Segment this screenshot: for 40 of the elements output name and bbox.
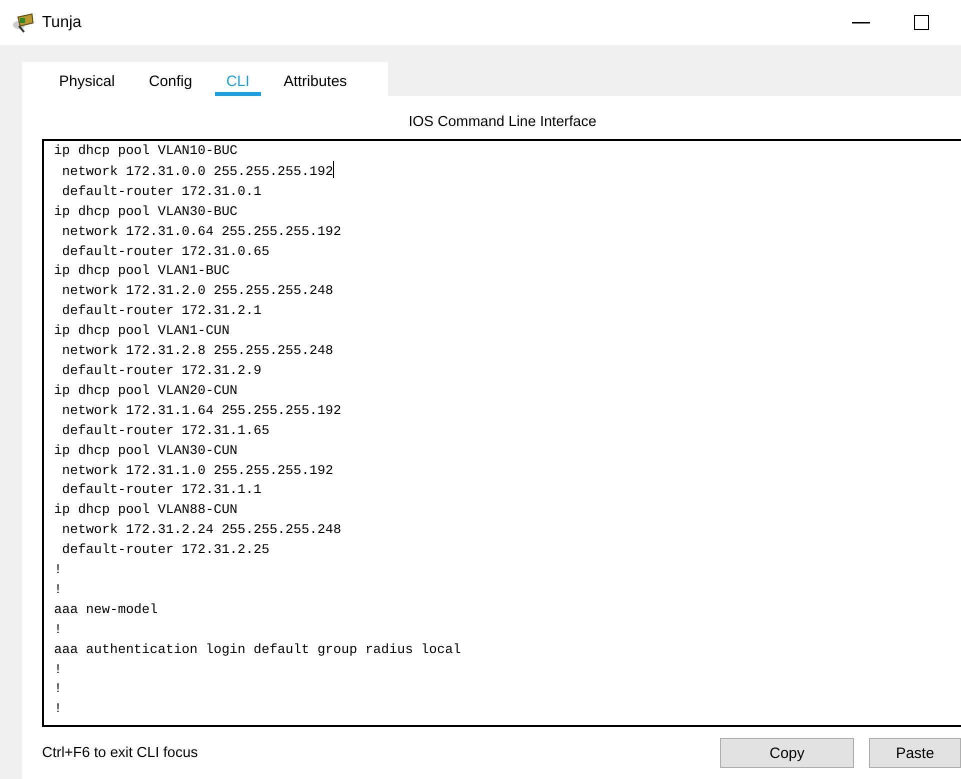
console-line: network 172.31.1.64 255.255.255.192 (60, 402, 342, 420)
action-button[interactable]: Copy (720, 738, 854, 768)
console-line: ip dhcp pool VLAN30-BUC (54, 202, 238, 221)
console-line: network 172.31.2.0 255.255.255.248 (60, 282, 334, 300)
console-line: ! (54, 561, 62, 580)
console-line: aaa new-model (54, 600, 158, 619)
console-line: default-router 172.31.1.1 (60, 481, 262, 500)
tab[interactable]: Physical (48, 62, 126, 96)
action-button[interactable]: Paste (869, 738, 961, 768)
console-line: ip dhcp pool VLAN1-BUC (54, 262, 230, 280)
tab[interactable]: Attributes (272, 62, 358, 96)
cli-console[interactable] (42, 139, 961, 727)
console-line: ip dhcp pool VLAN1-CUN (54, 322, 230, 340)
console-line: network 172.31.0.64 255.255.255.192 (60, 222, 342, 241)
console-line: ! (54, 700, 62, 718)
console-line: default-router 172.31.2.9 (60, 362, 262, 380)
console-line: network 172.31.2.8 255.255.255.248 (60, 342, 334, 360)
console-line: ip dhcp pool VLAN10-BUC (54, 142, 238, 160)
console-line: aaa authentication login default group radius local (54, 640, 461, 659)
maximize-icon (914, 15, 928, 30)
console-line: ! (54, 580, 62, 599)
console-line: default-router 172.31.0.1 (60, 182, 262, 201)
panel-heading: IOS Command Line Interface (408, 114, 598, 130)
console-line: network 172.31.0.0 255.255.255.192 (54, 160, 334, 182)
cli-focus-hint: Ctrl+F6 to exit CLI focus (42, 745, 199, 761)
console-line: default-router 172.31.2.25 (60, 541, 270, 560)
window-title: Tunja (42, 14, 82, 32)
minimize-icon (852, 22, 870, 24)
console-line: ip dhcp pool VLAN20-CUN (54, 382, 238, 400)
console-line: ! (54, 660, 62, 679)
tab[interactable]: Config (138, 62, 204, 96)
console-line: default-router 172.31.1.65 (60, 422, 270, 440)
console-line: ! (54, 620, 62, 639)
console-line: default-router 172.31.0.65 (60, 242, 270, 261)
console-line: ip dhcp pool VLAN88-CUN (54, 501, 238, 520)
console-line: network 172.31.1.0 255.255.255.192 (60, 462, 334, 480)
console-line: ! (54, 680, 62, 698)
console-line: default-router 172.31.2.1 (60, 302, 262, 320)
console-line: network 172.31.2.24 255.255.255.248 (60, 521, 342, 540)
console-line: ip dhcp pool VLAN30-CUN (54, 442, 238, 460)
